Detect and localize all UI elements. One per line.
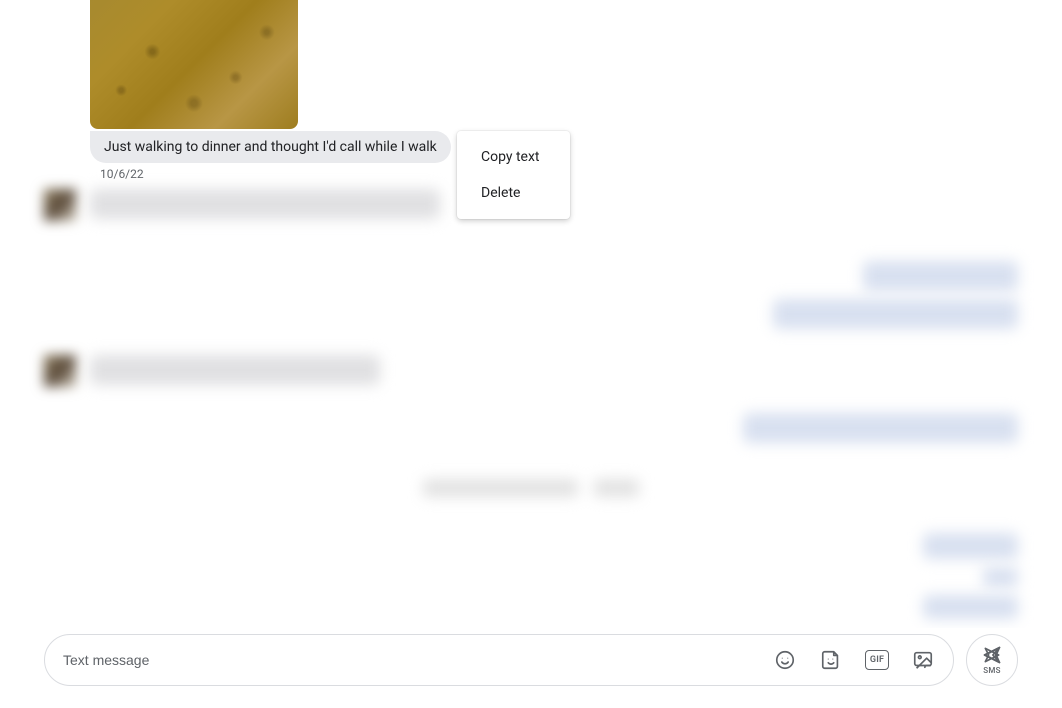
message-bubble-received[interactable]: Just walking to dinner and thought I'd c… (90, 131, 451, 163)
redacted-message (923, 595, 1018, 619)
redacted-message (863, 261, 1018, 291)
redacted-date-separator (594, 479, 639, 497)
composer-icons: GIF (773, 648, 935, 672)
redacted-message (773, 299, 1018, 329)
redacted-message (923, 533, 1018, 559)
sticker-icon[interactable] (819, 648, 843, 672)
message-row-sent-redacted (44, 413, 1018, 443)
message-row-sent-redacted (44, 299, 1018, 329)
avatar[interactable] (44, 355, 76, 387)
avatar[interactable] (44, 189, 76, 221)
gif-icon[interactable]: GIF (865, 648, 889, 672)
message-row-sent-redacted (44, 261, 1018, 291)
send-label: SMS (983, 666, 1001, 675)
date-separator-row (44, 479, 1018, 497)
redacted-message (983, 567, 1018, 587)
image-attachment[interactable] (90, 0, 298, 129)
context-menu-delete[interactable]: Delete (457, 175, 570, 211)
image-attach-icon[interactable] (911, 648, 935, 672)
redacted-date-separator (423, 479, 578, 497)
redacted-message (90, 355, 380, 385)
send-icon (982, 645, 1002, 665)
send-button[interactable]: SMS (966, 634, 1018, 686)
redacted-message (743, 413, 1018, 443)
composer-bar: GIF SMS (44, 634, 1018, 686)
context-menu-copy[interactable]: Copy text (457, 139, 570, 175)
message-input[interactable] (63, 652, 773, 668)
messages-list: Just walking to dinner and thought I'd c… (0, 0, 1062, 628)
message-row-received-redacted (44, 355, 1018, 387)
redacted-message (90, 189, 440, 219)
sent-messages-stack (44, 533, 1018, 619)
composer-input-pill[interactable]: GIF (44, 634, 954, 686)
emoji-icon[interactable] (773, 648, 797, 672)
context-menu: Copy text Delete (457, 131, 570, 219)
